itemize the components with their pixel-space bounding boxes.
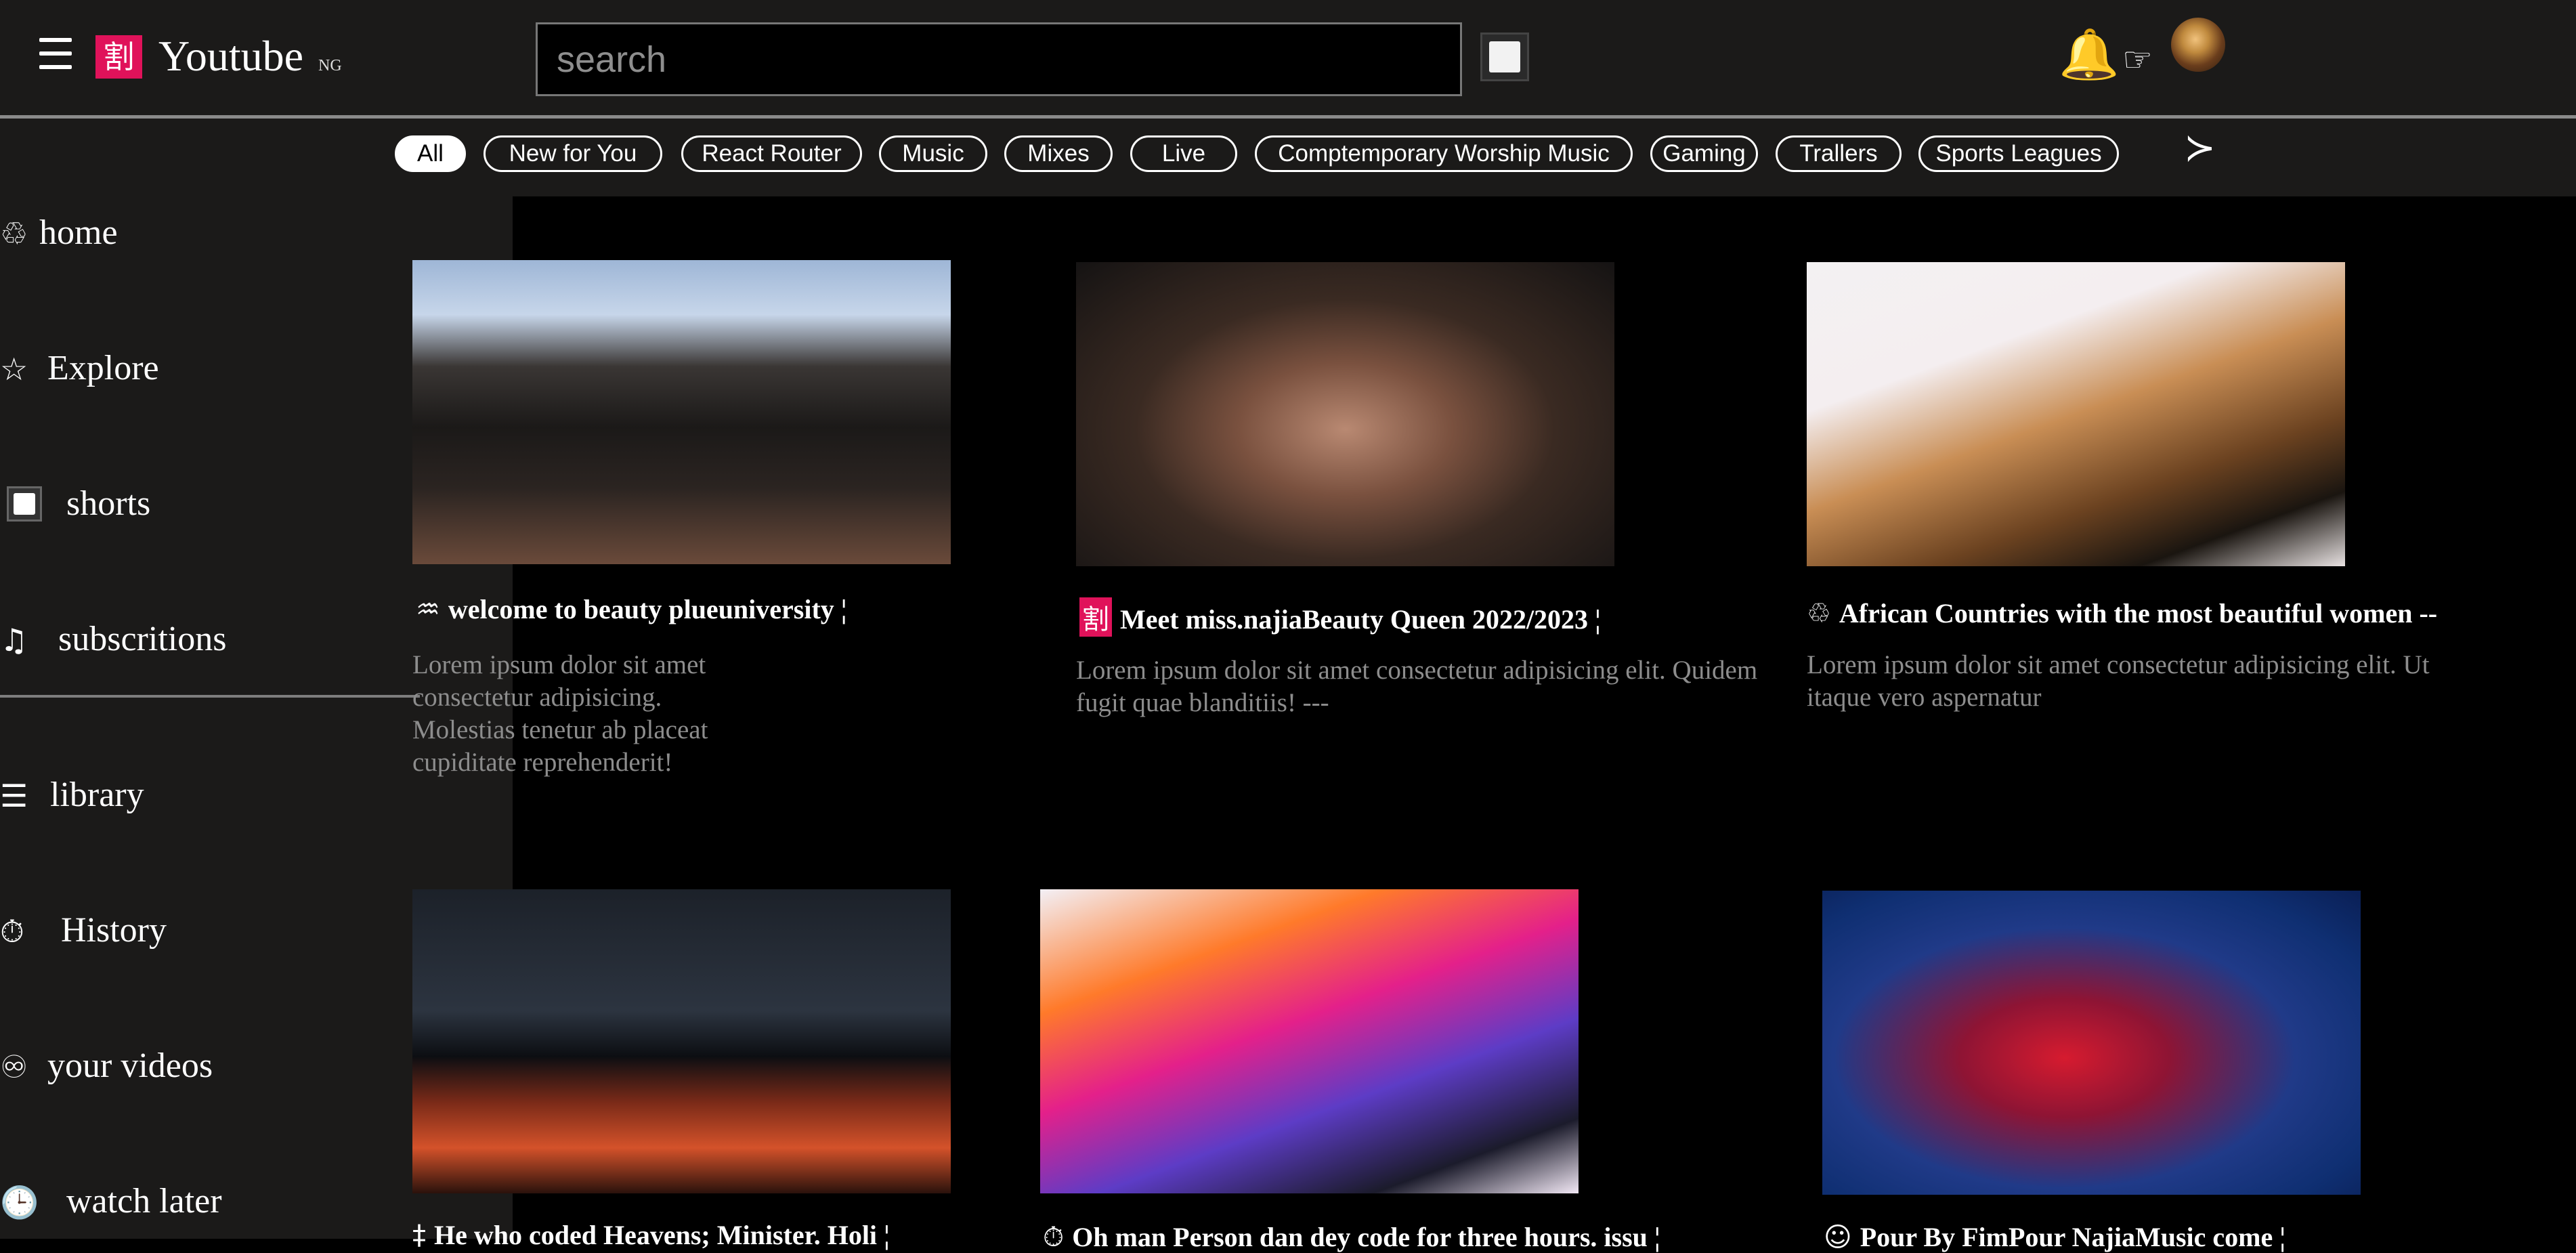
sidebar-item-label: shorts	[66, 484, 151, 523]
sidebar-item-shorts[interactable]: shorts	[0, 474, 406, 535]
avatar[interactable]	[2171, 18, 2225, 72]
chip-react-router[interactable]: React Router	[681, 135, 862, 172]
video-thumbnail[interactable]	[1807, 262, 2345, 566]
region-label: NG	[318, 57, 342, 75]
video-title[interactable]: ⏱ Oh man Person dan dey code for three ho…	[1043, 1221, 1660, 1253]
sidebar-item-watch-later[interactable]: 🕒 watch later	[0, 1172, 406, 1233]
pointing-hand-icon[interactable]: ☞	[2122, 39, 2153, 80]
infinity-icon: ♾	[0, 1048, 28, 1085]
search-button[interactable]	[1480, 33, 1529, 81]
video-title[interactable]: ☺ Pour By FimPour NajiaMusic come ¦	[1824, 1221, 2285, 1253]
video-description: Lorem ipsum dolor sit amet consectetur a…	[412, 650, 708, 777]
chip-live[interactable]: Live	[1130, 135, 1237, 172]
video-description: Lorem ipsum dolor sit amet consectetur a…	[1807, 650, 2430, 712]
sidebar-item-label: History	[61, 911, 167, 950]
sidebar-item-history[interactable]: ⏱ History	[0, 901, 406, 962]
chip-worship-music[interactable]: Comptemporary Worship Music	[1255, 135, 1633, 172]
sidebar-divider	[0, 695, 420, 698]
video-thumbnail[interactable]	[1040, 889, 1579, 1193]
star-icon: ☆	[0, 351, 28, 387]
video-thumbnail[interactable]	[1076, 262, 1614, 566]
chip-all[interactable]: All	[395, 135, 466, 172]
logo-icon[interactable]: 割	[95, 35, 142, 79]
aquarius-icon: ♒	[416, 594, 440, 625]
sidebar-item-label: your videos	[47, 1046, 213, 1085]
search-square-icon	[1489, 41, 1520, 72]
sidebar-item-label: subscritions	[58, 620, 227, 658]
notifications-bell-icon[interactable]: 🔔	[2059, 27, 2120, 81]
search-input[interactable]	[536, 22, 1462, 96]
sidebar-item-subscriptions[interactable]: ♫ subscritions	[0, 610, 406, 671]
sidebar-item-home[interactable]: ♲ home	[0, 203, 406, 264]
video-title[interactable]: 割 Meet miss.najiaBeauty Queen 2022/2023 ¦	[1079, 597, 1601, 637]
chip-new-for-you[interactable]: New for You	[484, 135, 662, 172]
sidebar-item-library[interactable]: ☰ library	[0, 765, 406, 826]
chip-gaming[interactable]: Gaming	[1650, 135, 1758, 172]
sidebar-item-label: Explore	[47, 349, 159, 387]
chip-music[interactable]: Music	[879, 135, 987, 172]
stopwatch-icon: ⏱	[0, 913, 24, 950]
sidebar-item-label: watch later	[66, 1182, 222, 1220]
logo-text[interactable]: Youtube	[158, 31, 303, 81]
cross-icon: ‡	[412, 1220, 426, 1251]
chip-mixes[interactable]: Mixes	[1004, 135, 1113, 172]
video-thumbnail[interactable]	[1822, 891, 2361, 1195]
video-thumbnail[interactable]	[412, 260, 951, 564]
smiley-icon: ☺	[1824, 1222, 1852, 1253]
video-description: Lorem ipsum dolor sit amet consectetur a…	[1076, 656, 1758, 717]
chip-trallers[interactable]: Trallers	[1776, 135, 1902, 172]
hamburger-menu-icon[interactable]	[39, 38, 72, 72]
chip-sports-leagues[interactable]: Sports Leagues	[1918, 135, 2119, 172]
logo-glyph-icon: 割	[1079, 597, 1112, 637]
music-note-icon: ♫	[0, 622, 28, 658]
sidebar-item-label: home	[39, 213, 118, 252]
library-icon: ☰	[0, 778, 28, 814]
stopwatch-icon: ⏱	[1043, 1222, 1065, 1253]
clock-icon: 🕒	[0, 1184, 39, 1220]
video-thumbnail[interactable]	[412, 889, 951, 1193]
video-title[interactable]: ♒ welcome to beauty plueuniversity ¦	[416, 593, 847, 625]
home-icon: ♲	[0, 215, 28, 252]
sidebar-item-explore[interactable]: ☆ Explore	[0, 339, 406, 400]
sidebar-item-label: library	[50, 776, 144, 814]
sidebar-item-your-videos[interactable]: ♾ your videos	[0, 1036, 406, 1097]
chips-next-icon[interactable]: ≻	[2184, 126, 2216, 170]
video-title[interactable]: ‡ He who coded Heavens; Minister. Holi ¦	[412, 1219, 890, 1251]
video-title[interactable]: ♲ African Countries with the most beautif…	[1807, 597, 2437, 629]
recycle-icon: ♲	[1807, 598, 1831, 629]
shorts-icon	[7, 486, 42, 522]
